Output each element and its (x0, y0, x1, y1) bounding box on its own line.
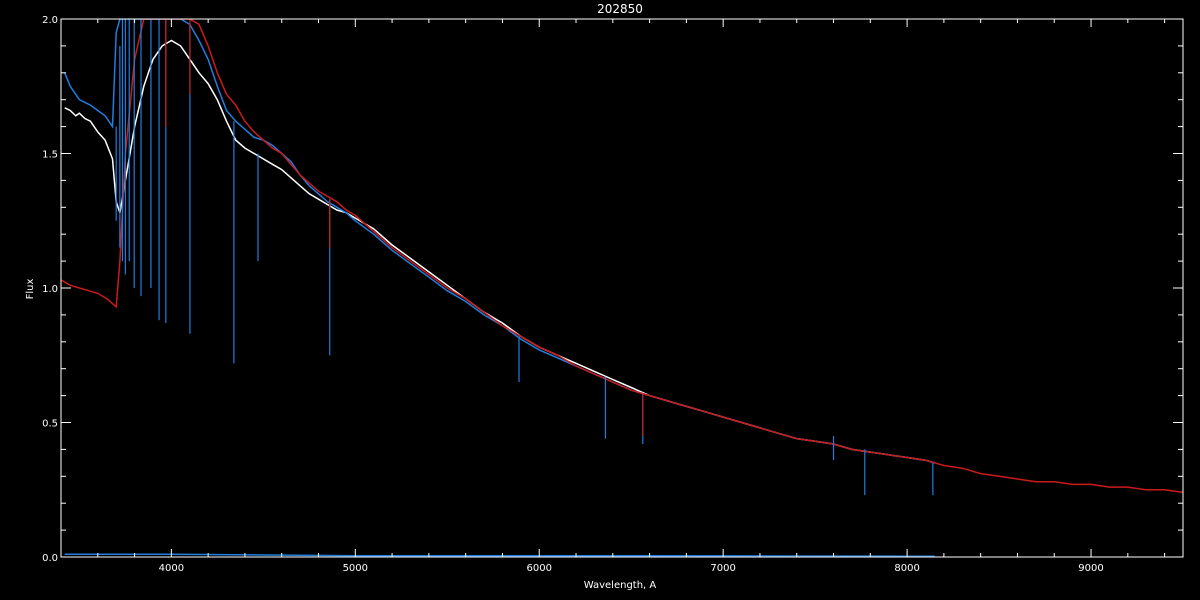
x-tick-label: 6000 (527, 563, 552, 574)
x-tick-label: 4000 (159, 563, 184, 574)
x-tick-label: 5000 (343, 563, 368, 574)
chart-background (0, 0, 1200, 600)
y-tick-label: 1.5 (42, 150, 58, 161)
y-tick-label: 1.0 (42, 284, 58, 295)
x-tick-label: 8000 (894, 563, 919, 574)
y-axis-label: Flux (25, 279, 36, 300)
y-tick-label: 0.5 (42, 419, 58, 430)
x-axis-label: Wavelength, A (584, 580, 657, 591)
x-tick-label: 9000 (1078, 563, 1103, 574)
spectrum-chart: 202850 Wavelength, A Flux 4000 5000 6000 70… (0, 0, 1200, 600)
chart-title: 202850 (597, 2, 643, 16)
y-tick-label: 2.0 (42, 15, 58, 26)
x-tick-label: 7000 (710, 563, 735, 574)
y-tick-label: 0.0 (42, 553, 58, 564)
